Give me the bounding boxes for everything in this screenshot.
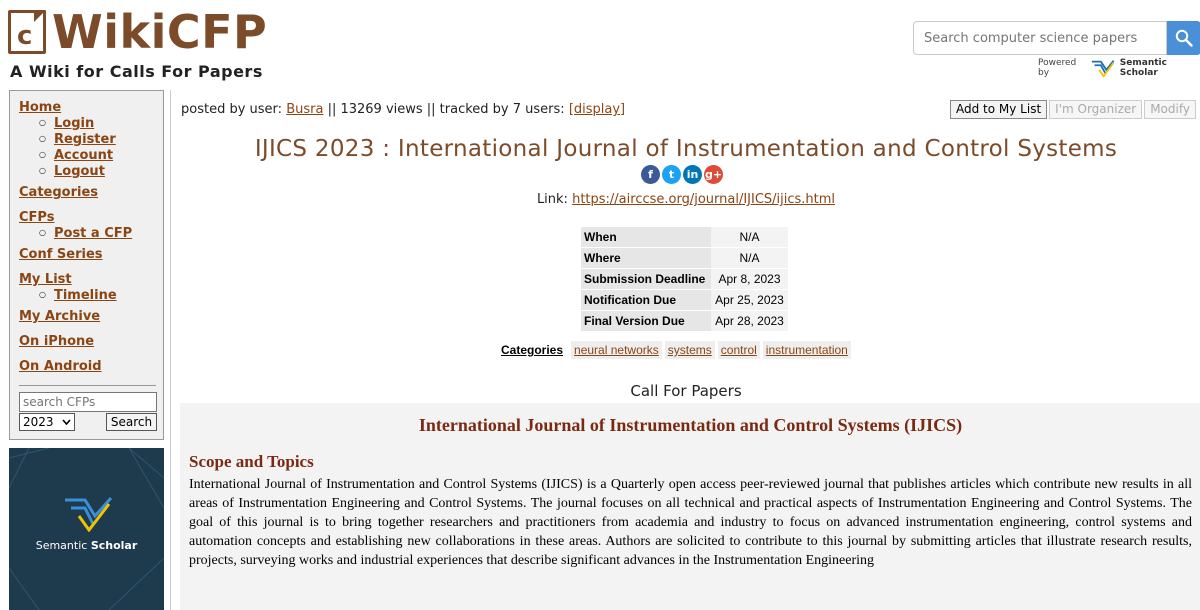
modify-button[interactable]: Modify bbox=[1144, 100, 1196, 119]
cfp-external-link[interactable]: https://airccse.org/journal/IJICS/ijics.… bbox=[572, 192, 835, 207]
cfp-search-button[interactable]: Search bbox=[106, 413, 157, 431]
table-row: Notification Due Apr 25, 2023 bbox=[581, 290, 788, 311]
cfp-section-heading: Call For Papers bbox=[630, 382, 742, 400]
nav-on-iphone[interactable]: On iPhone bbox=[19, 334, 94, 349]
category-tag[interactable]: neural networks bbox=[571, 341, 662, 359]
site-logo[interactable]: c WikiCFP A Wiki for Calls For Papers bbox=[8, 8, 267, 81]
nav-post-cfp[interactable]: Post a CFP bbox=[54, 226, 132, 241]
cfp-search-input[interactable] bbox=[19, 392, 157, 412]
semantic-scholar-logo-icon bbox=[65, 497, 113, 532]
semantic-scholar-logo-icon bbox=[1092, 60, 1115, 78]
main-content: posted by user: Busra || 13269 views || … bbox=[170, 90, 1200, 610]
share-buttons: f t in g+ bbox=[641, 165, 723, 184]
site-tagline: A Wiki for Calls For Papers bbox=[10, 62, 263, 81]
nav-home[interactable]: Home bbox=[19, 100, 61, 115]
table-row: Final Version Due Apr 28, 2023 bbox=[581, 311, 788, 332]
posted-user-link[interactable]: Busra bbox=[286, 102, 323, 117]
table-row: Where N/A bbox=[581, 248, 788, 269]
nav-my-list[interactable]: My List bbox=[19, 272, 72, 287]
site-name: WikiCFP bbox=[52, 5, 268, 59]
nav-login[interactable]: Login bbox=[54, 116, 94, 131]
linkedin-icon[interactable]: in bbox=[683, 165, 702, 184]
twitter-icon[interactable]: t bbox=[662, 165, 681, 184]
nav-on-android[interactable]: On Android bbox=[19, 359, 102, 374]
sidebar-divider bbox=[19, 385, 156, 386]
cfp-actions: Add to My List I'm Organizer Modify bbox=[950, 100, 1196, 119]
posted-by: posted by user: Busra || 13269 views || … bbox=[181, 102, 626, 117]
paper-search-button[interactable] bbox=[1167, 21, 1200, 55]
search-icon bbox=[1175, 29, 1193, 47]
categories-link[interactable]: Categories bbox=[501, 343, 563, 357]
scope-title: Scope and Topics bbox=[189, 452, 314, 471]
nav-timeline[interactable]: Timeline bbox=[54, 288, 117, 303]
powered-by: Powered by Semantic Scholar bbox=[1038, 58, 1167, 78]
nav-register[interactable]: Register bbox=[54, 132, 116, 147]
category-tags: Categories neural networks systems contr… bbox=[501, 341, 854, 359]
sidebar: Home Login Register Account Logout Categ… bbox=[9, 90, 164, 440]
display-trackers-link[interactable]: [display] bbox=[569, 102, 625, 117]
nav-account[interactable]: Account bbox=[54, 148, 113, 163]
nav-categories[interactable]: Categories bbox=[19, 185, 98, 200]
logo-icon: c bbox=[8, 10, 46, 54]
google-plus-icon[interactable]: g+ bbox=[704, 165, 723, 184]
category-tag[interactable]: systems bbox=[664, 341, 715, 359]
cfp-link-row: Link: https://airccse.org/journal/IJICS/… bbox=[536, 192, 836, 207]
nav-conf-series[interactable]: Conf Series bbox=[19, 247, 103, 262]
category-tag[interactable]: control bbox=[717, 341, 760, 359]
table-row: When N/A bbox=[581, 227, 788, 248]
nav-logout[interactable]: Logout bbox=[54, 164, 105, 179]
facebook-icon[interactable]: f bbox=[641, 165, 660, 184]
table-row: Submission Deadline Apr 8, 2023 bbox=[581, 269, 788, 290]
add-to-my-list-button[interactable]: Add to My List bbox=[950, 100, 1048, 119]
paper-search-input[interactable] bbox=[913, 21, 1167, 55]
chevron-down-icon bbox=[62, 419, 71, 425]
cfp-info-table: When N/A Where N/A Submission Deadline Apr … bbox=[581, 227, 788, 332]
cfp-body: International Journal of Instrumentation… bbox=[180, 403, 1200, 610]
year-select[interactable]: 2023 bbox=[19, 413, 75, 431]
category-tag[interactable]: instrumentation bbox=[762, 341, 851, 359]
paper-search bbox=[913, 21, 1200, 55]
page-title: IJICS 2023 : International Journal of In… bbox=[254, 136, 1118, 162]
scope-text: International Journal of Instrumentation… bbox=[189, 477, 1192, 568]
semantic-scholar-ad[interactable]: Semantic Scholar bbox=[9, 448, 164, 610]
nav-my-archive[interactable]: My Archive bbox=[19, 309, 100, 324]
im-organizer-button[interactable]: I'm Organizer bbox=[1049, 100, 1143, 119]
journal-name: International Journal of Instrumentation… bbox=[418, 415, 963, 435]
nav-cfps[interactable]: CFPs bbox=[19, 210, 54, 225]
